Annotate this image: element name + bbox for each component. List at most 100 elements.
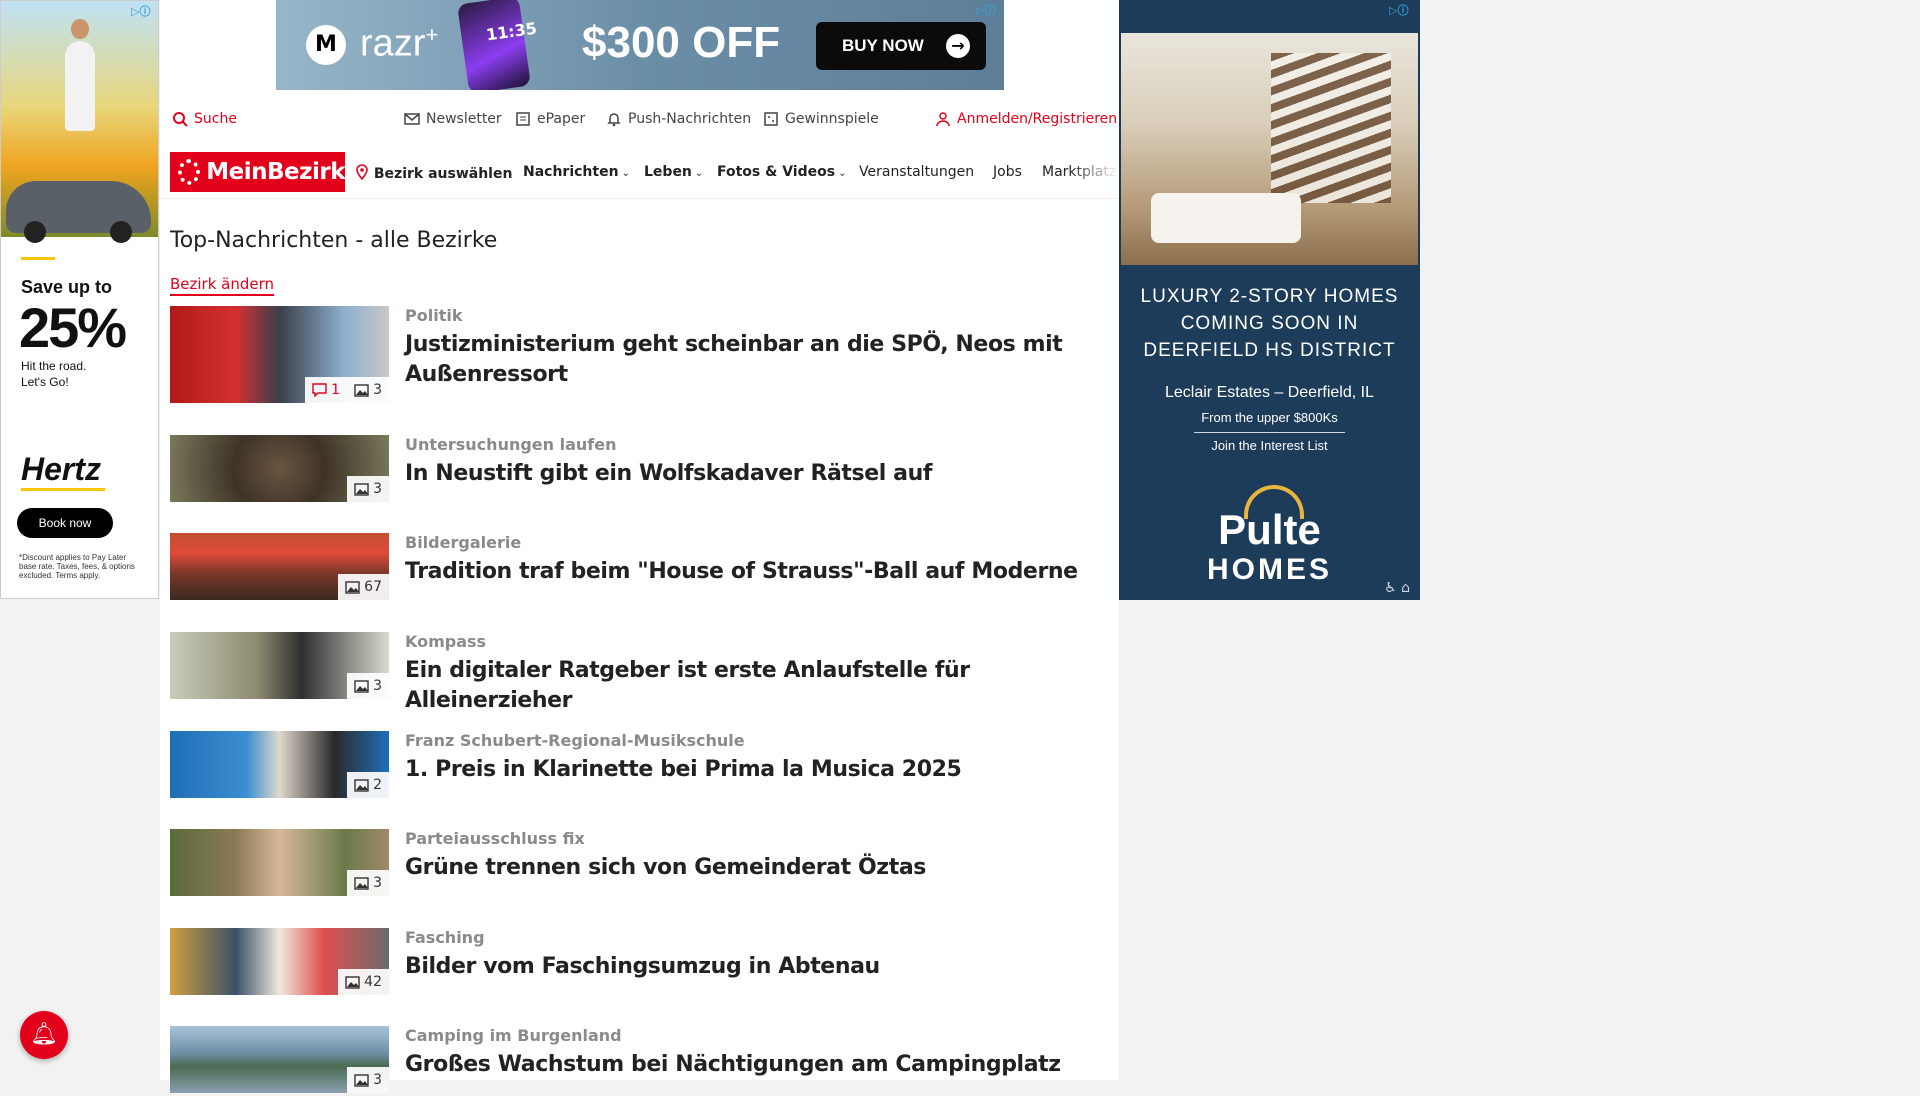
contests-link[interactable]: Gewinnspiele	[763, 111, 879, 127]
ad-right-price: From the upper $800Ks	[1201, 410, 1338, 425]
image-count: 3	[373, 1072, 382, 1088]
location-pin-icon	[356, 164, 368, 181]
article-headline[interactable]: Justizministerium geht scheinbar an die …	[405, 330, 1095, 390]
ad-right-pulte[interactable]: ▷ⓘ LUXURY 2-STORY HOMES COMING SOON IN D…	[1119, 0, 1420, 600]
ad-top-buy-button[interactable]: BUY NOW →	[816, 22, 986, 70]
epaper-label: ePaper	[537, 111, 586, 127]
article-thumbnail[interactable]: 3	[170, 829, 389, 896]
ad-left-brand-underline	[21, 488, 105, 491]
article-item[interactable]: 67 Bildergalerie Tradition traf beim "Ho…	[170, 533, 1110, 603]
nav-item-leben[interactable]: Leben ⌄	[644, 164, 703, 180]
change-district-link[interactable]: Bezirk ändern	[170, 275, 275, 296]
article-thumbnail[interactable]: 3	[170, 435, 389, 502]
notification-bell-button[interactable]: 🔔︎	[20, 1011, 68, 1059]
article-headline[interactable]: 1. Preis in Klarinette bei Prima la Musi…	[405, 755, 1095, 785]
adchoices-icon[interactable]: ▷ⓘ	[1389, 2, 1408, 18]
image-count: 3	[373, 481, 382, 497]
nav-fade-overlay	[1069, 152, 1119, 192]
push-notifications-link[interactable]: Push-Nachrichten	[606, 111, 751, 127]
article-kicker: Camping im Burgenland	[405, 1026, 622, 1045]
image-count: 67	[364, 579, 382, 595]
epaper-link[interactable]: ePaper	[515, 111, 585, 127]
motorola-logo-icon: M	[306, 25, 346, 65]
main-column: M razr+ 11:35 $300 OFF BUY NOW → ▷ⓘ Such…	[160, 0, 1119, 1093]
ad-left-person-figure	[65, 19, 95, 131]
chevron-down-icon: ⌄	[838, 168, 847, 179]
ad-left-line1: Hit the road.	[21, 359, 87, 373]
image-count: 3	[373, 382, 382, 398]
search-link[interactable]: Suche	[172, 111, 237, 127]
chevron-down-icon: ⌄	[694, 168, 704, 179]
newsletter-link[interactable]: Newsletter	[404, 111, 502, 127]
ad-left-book-button[interactable]: Book now	[17, 508, 113, 538]
adchoices-icon[interactable]: ▷ⓘ	[131, 3, 150, 19]
article-kicker: Kompass	[405, 632, 487, 651]
arrow-right-icon: →	[946, 34, 970, 58]
article-item[interactable]: 3 Parteiausschluss fix Grüne trennen sic…	[170, 829, 1110, 899]
ad-right-divider	[1194, 432, 1345, 433]
article-item[interactable]: 3 Kompass Ein digitaler Ratgeber ist ers…	[170, 632, 1110, 713]
bell-icon	[607, 113, 621, 127]
image-icon	[354, 1073, 369, 1087]
image-icon	[354, 876, 369, 890]
image-icon	[354, 383, 369, 397]
equal-housing-icon: ♿ ⌂	[1384, 580, 1410, 596]
site-logo[interactable]: MeinBezirk	[170, 152, 345, 192]
article-thumbnail[interactable]: 3	[170, 632, 389, 699]
image-count: 42	[364, 974, 382, 990]
article-thumbnail[interactable]: 67	[170, 533, 389, 600]
login-label: Anmelden/Registrieren	[957, 111, 1118, 127]
contests-label: Gewinnspiele	[785, 111, 879, 127]
article-headline[interactable]: Großes Wachstum bei Nächtigungen am Camp…	[405, 1050, 1095, 1080]
ad-right-cta[interactable]: Join the Interest List	[1119, 438, 1420, 453]
thumbnail-badge: 3	[347, 870, 389, 896]
thumbnail-badge: 42	[338, 969, 389, 995]
adchoices-icon[interactable]: ▷ⓘ	[976, 2, 995, 18]
article-item[interactable]: 1 3 Politik Justizministerium geht schei…	[170, 306, 1110, 403]
ad-left-hertz[interactable]: ▷ⓘ Save up to 25% Hit the road. Let's Go…	[0, 0, 159, 599]
nav-item-jobs[interactable]: Jobs	[993, 164, 1022, 180]
ad-right-brand: Pulte HOMES	[1119, 509, 1420, 590]
ad-top-phone-image	[457, 0, 531, 90]
ad-left-line2: Let's Go!	[21, 375, 69, 389]
article-kicker: Untersuchungen laufen	[405, 435, 617, 454]
user-icon	[936, 112, 950, 127]
nav-item-veranstaltungen[interactable]: Veranstaltungen	[859, 164, 974, 180]
district-selector-label: Bezirk auswählen	[373, 166, 513, 182]
district-selector[interactable]: Bezirk auswählen	[355, 164, 512, 182]
article-headline[interactable]: Tradition traf beim "House of Strauss"-B…	[405, 557, 1095, 587]
article-headline[interactable]: Grüne trennen sich von Gemeinderat Öztas	[405, 853, 1095, 883]
ad-right-location: Leclair Estates – Deerfield, IL	[1165, 384, 1374, 401]
ad-top-banner[interactable]: M razr+ 11:35 $300 OFF BUY NOW → ▷ⓘ	[276, 0, 1004, 90]
article-item[interactable]: 42 Fasching Bilder vom Faschingsumzug in…	[170, 928, 1110, 998]
article-item[interactable]: 3 Camping im Burgenland Großes Wachstum …	[170, 1026, 1110, 1096]
ad-right-sofa	[1151, 193, 1301, 243]
article-item[interactable]: 2 Franz Schubert-Regional-Musikschule 1.…	[170, 731, 1110, 801]
search-label: Suche	[194, 111, 237, 127]
comment-icon	[312, 383, 327, 397]
image-count: 3	[373, 678, 382, 694]
article-thumbnail[interactable]: 42	[170, 928, 389, 995]
article-thumbnail[interactable]: 2	[170, 731, 389, 798]
article-headline[interactable]: Ein digitaler Ratgeber ist erste Anlaufs…	[405, 656, 1095, 716]
article-thumbnail[interactable]: 3	[170, 1026, 389, 1093]
login-link[interactable]: Anmelden/Registrieren	[935, 111, 1117, 127]
newsletter-label: Newsletter	[426, 111, 502, 127]
mail-icon	[404, 113, 420, 125]
article-thumbnail[interactable]: 1 3	[170, 306, 389, 403]
ad-left-brand: Hertz	[21, 451, 102, 487]
thumbnail-badge: 3	[347, 1067, 389, 1093]
article-headline[interactable]: Bilder vom Faschingsumzug in Abtenau	[405, 952, 1095, 982]
ad-left-accent-line	[21, 257, 55, 260]
article-kicker: Politik	[405, 306, 463, 325]
article-headline[interactable]: In Neustift gibt ein Wolfskadaver Rätsel…	[405, 459, 1095, 489]
article-kicker: Fasching	[405, 928, 485, 947]
page-title: Top-Nachrichten - alle Bezirke	[170, 228, 498, 253]
chevron-down-icon: ⌄	[621, 168, 630, 179]
gift-icon	[764, 112, 778, 126]
ad-top-brand: razr+	[360, 22, 439, 65]
article-item[interactable]: 3 Untersuchungen laufen In Neustift gibt…	[170, 435, 1110, 505]
nav-item-fotos-videos[interactable]: Fotos & Videos ⌄	[717, 164, 846, 180]
thumbnail-badge: 67	[338, 574, 389, 600]
nav-item-nachrichten[interactable]: Nachrichten ⌄	[523, 164, 630, 180]
